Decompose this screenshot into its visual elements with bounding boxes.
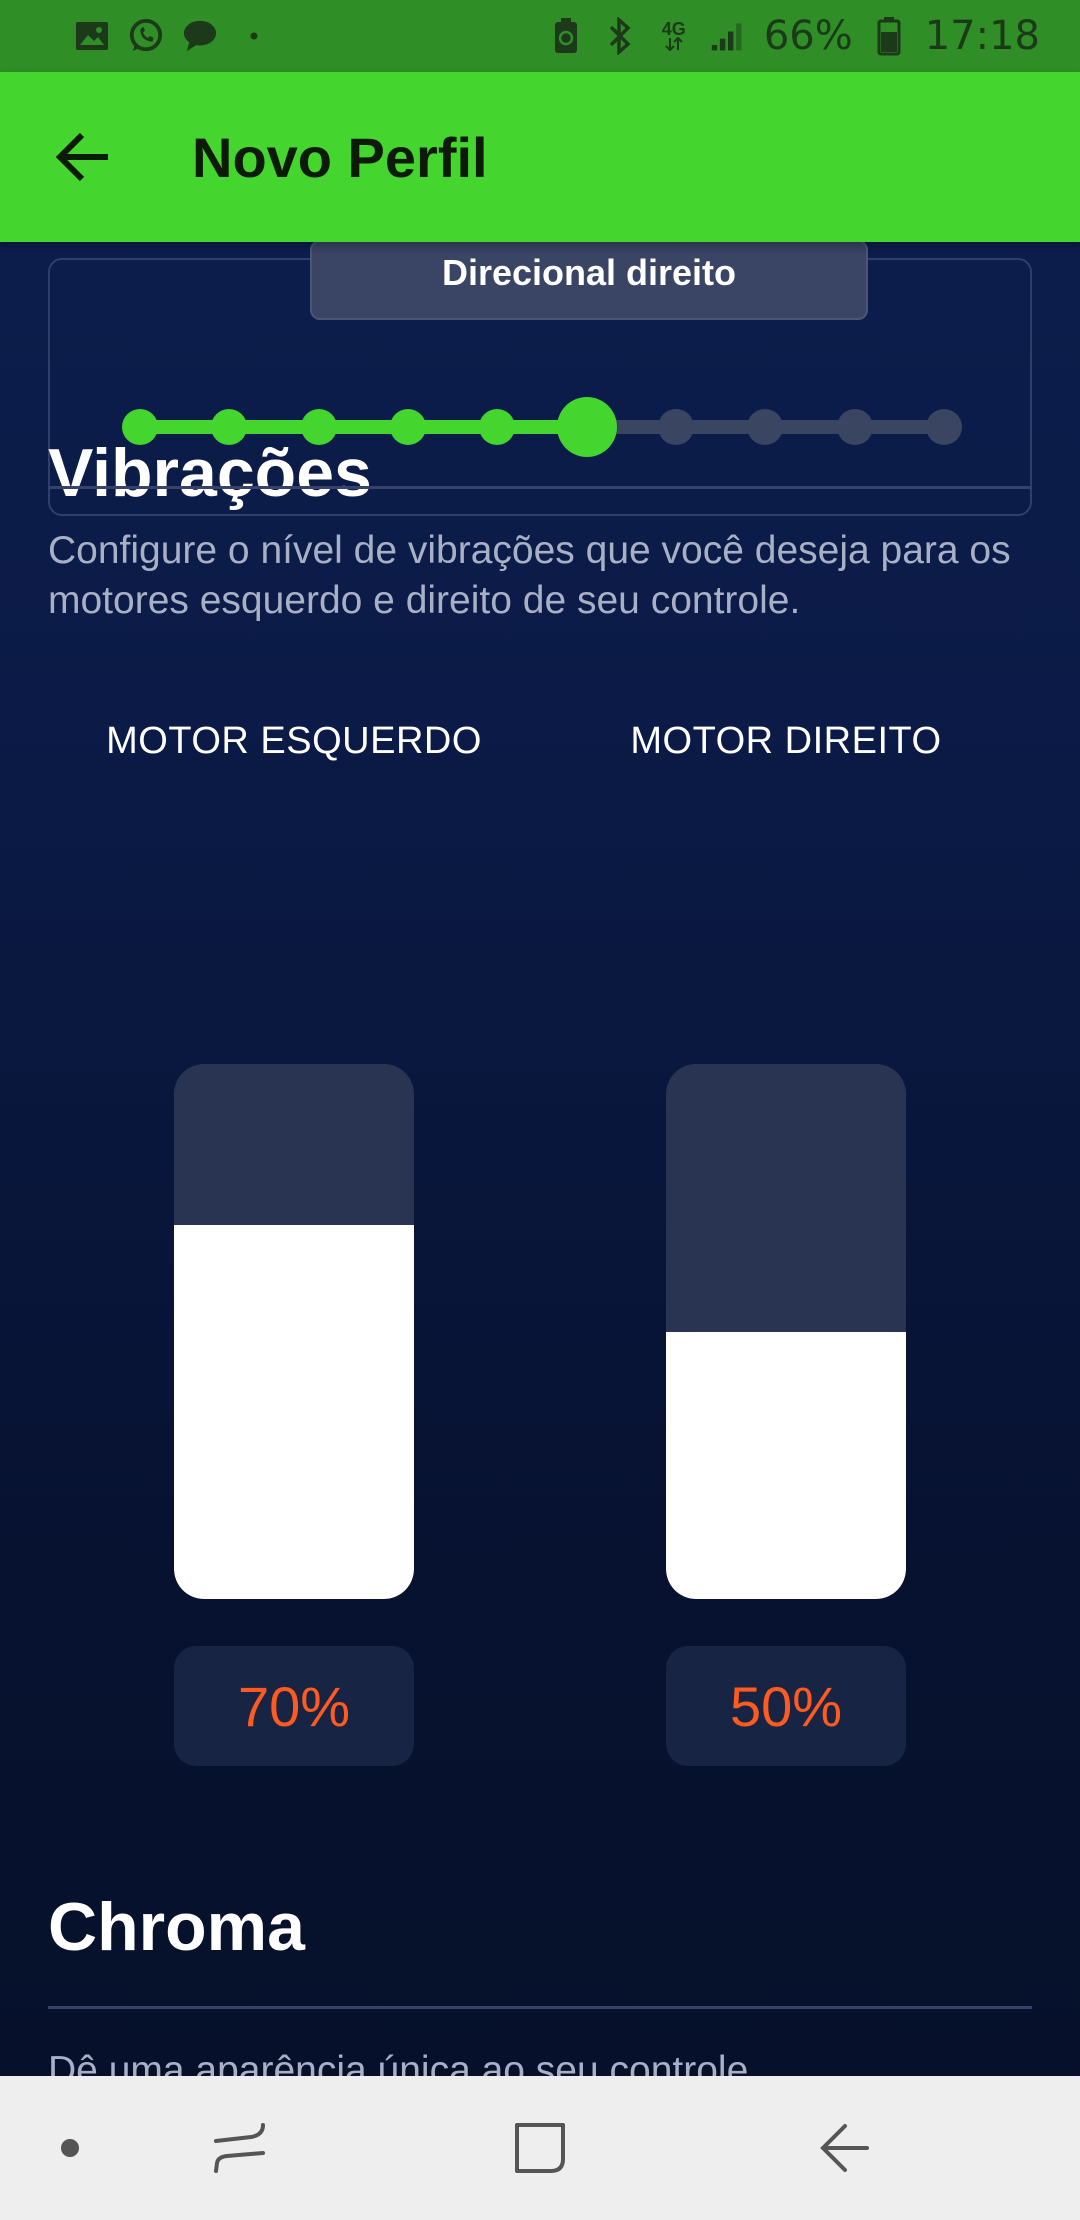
content: Direcional direito Vibrações Configure o… — [0, 242, 1080, 2076]
navigation-bar — [0, 2076, 1080, 2220]
chroma-description: Dê uma aparência única ao seu controle — [48, 2049, 749, 2076]
slider-step-dot[interactable] — [926, 409, 962, 445]
motor-right-level-fill — [666, 1331, 906, 1599]
home-button[interactable] — [480, 2076, 600, 2220]
dot-icon — [236, 18, 272, 54]
battery-icon — [871, 17, 907, 56]
recent-apps-icon — [214, 2123, 265, 2173]
status-right: 4G 66% 17:18 — [548, 13, 1040, 59]
dot-icon — [61, 2139, 79, 2157]
step-slider[interactable] — [122, 397, 962, 457]
chroma-divider — [48, 2006, 1032, 2009]
battery-percent: 66% — [763, 13, 853, 59]
gallery-icon — [74, 18, 110, 54]
slider-tooltip: Direcional direito — [310, 242, 868, 320]
motor-left-value: 70% — [174, 1646, 414, 1766]
system-back-button[interactable] — [784, 2076, 904, 2220]
chat-bubble-icon — [182, 18, 218, 54]
back-button[interactable] — [24, 97, 144, 217]
back-icon — [820, 2124, 869, 2172]
slider-step-dot[interactable] — [479, 409, 516, 445]
app-bar: Novo Perfil — [0, 72, 1080, 242]
slider-track-fill — [140, 420, 587, 434]
network-4g-icon: 4G — [656, 18, 692, 54]
motor-right-value: 50% — [666, 1646, 906, 1766]
motor-right-level-bar[interactable] — [666, 1064, 906, 1599]
battery-saver-icon — [548, 18, 584, 54]
screen: 4G 66% 17:18 Novo Perfil Direcional dire… — [0, 0, 1080, 2220]
nav-dot-button[interactable] — [30, 2076, 110, 2220]
motor-left-level-bar[interactable] — [174, 1064, 414, 1599]
bluetooth-icon — [602, 17, 638, 55]
recent-apps-button[interactable] — [180, 2076, 300, 2220]
motor-left-level-fill — [174, 1224, 414, 1599]
motor-left-label: MOTOR ESQUERDO — [106, 720, 482, 762]
arrow-left-icon — [56, 132, 108, 182]
page-title: Novo Perfil — [192, 125, 488, 189]
home-icon — [515, 2123, 565, 2173]
motor-right-label: MOTOR DIREITO — [630, 720, 942, 762]
slider-step-dot[interactable] — [390, 409, 426, 445]
slider-step-dot[interactable] — [658, 409, 694, 445]
chroma-title: Chroma — [48, 1889, 305, 1965]
vibrations-description: Configure o nível de vibrações que você … — [48, 529, 1011, 622]
status-left — [74, 18, 272, 54]
whatsapp-icon — [128, 18, 164, 54]
vibrations-title: Vibrações — [48, 435, 372, 511]
status-bar: 4G 66% 17:18 — [0, 0, 1080, 72]
signal-icon — [710, 18, 746, 54]
vibrations-divider — [48, 486, 1032, 489]
clock: 17:18 — [924, 13, 1040, 59]
slider-thumb[interactable] — [556, 397, 617, 457]
slider-step-dot[interactable] — [747, 409, 784, 445]
slider-step-dot[interactable] — [836, 409, 873, 445]
